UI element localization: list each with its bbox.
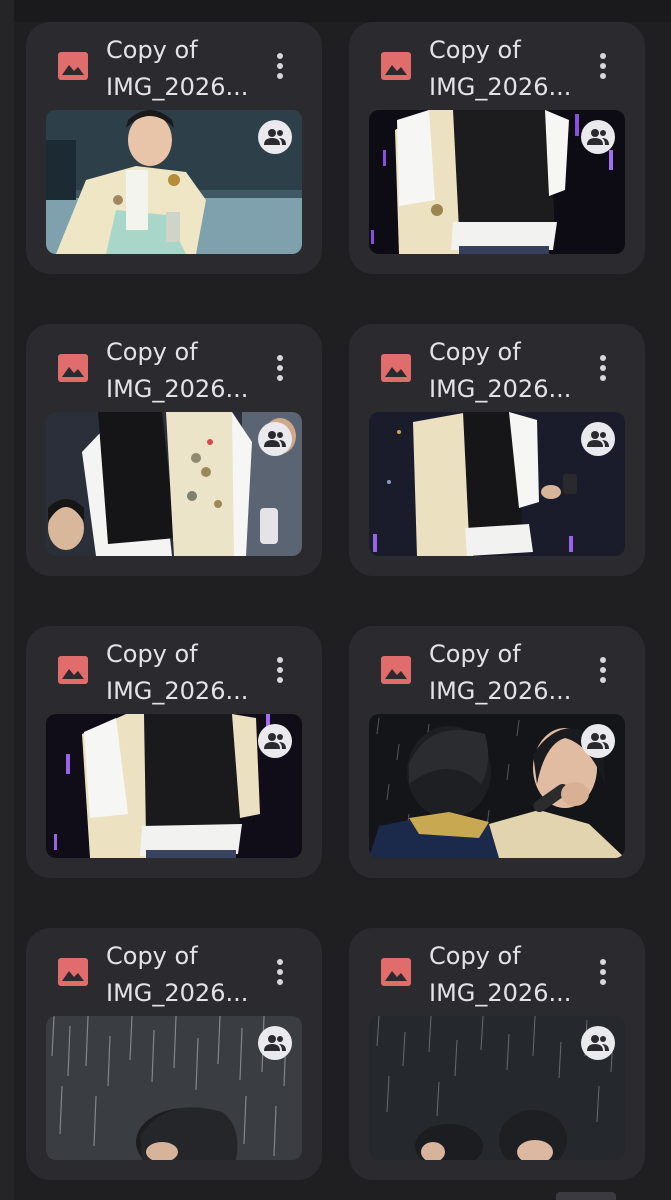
image-file-icon — [381, 958, 411, 986]
file-title-line2: IMG_2026... — [429, 677, 572, 705]
file-thumbnail[interactable] — [369, 110, 625, 254]
file-title[interactable]: Copy of IMG_2026... — [106, 636, 266, 710]
file-title-line2: IMG_2026... — [106, 73, 249, 101]
file-title-line1: Copy of — [429, 338, 521, 366]
file-thumbnail[interactable] — [46, 714, 302, 858]
file-title-line2: IMG_2026... — [429, 73, 572, 101]
shared-people-icon — [258, 1026, 292, 1060]
file-thumbnail[interactable] — [369, 412, 625, 556]
shared-people-icon — [581, 1026, 615, 1060]
file-title[interactable]: Copy of IMG_2026... — [429, 938, 589, 1012]
file-title[interactable]: Copy of IMG_2026... — [429, 32, 589, 106]
file-card[interactable]: Copy of IMG_2026... — [349, 626, 645, 878]
more-vertical-icon[interactable] — [268, 654, 292, 686]
file-title[interactable]: Copy of IMG_2026... — [429, 636, 589, 710]
file-title-line2: IMG_2026... — [106, 375, 249, 403]
file-thumbnail[interactable] — [46, 1016, 302, 1160]
more-vertical-icon[interactable] — [591, 352, 615, 384]
file-card[interactable]: Copy of IMG_2026... — [26, 928, 322, 1180]
file-card[interactable]: Copy of IMG_2026... — [26, 324, 322, 576]
more-vertical-icon[interactable] — [268, 50, 292, 82]
file-title-line1: Copy of — [106, 338, 198, 366]
image-file-icon — [381, 52, 411, 80]
file-title-line2: IMG_2026... — [429, 375, 572, 403]
file-title-line2: IMG_2026... — [106, 979, 249, 1007]
shared-people-icon — [258, 422, 292, 456]
file-title-line1: Copy of — [106, 942, 198, 970]
shared-people-icon — [581, 724, 615, 758]
shared-people-icon — [258, 724, 292, 758]
file-title-line2: IMG_2026... — [106, 677, 249, 705]
file-title-line1: Copy of — [429, 36, 521, 64]
file-thumbnail[interactable] — [369, 714, 625, 858]
file-title-line2: IMG_2026... — [429, 979, 572, 1007]
file-title[interactable]: Copy of IMG_2026... — [106, 938, 266, 1012]
file-card[interactable]: Copy of IMG_2026... — [26, 626, 322, 878]
file-title[interactable]: Copy of IMG_2026... — [106, 32, 266, 106]
more-vertical-icon[interactable] — [268, 956, 292, 988]
image-file-icon — [381, 354, 411, 382]
file-card[interactable]: Copy of IMG_2026... — [349, 22, 645, 274]
file-title-line1: Copy of — [106, 640, 198, 668]
file-card[interactable]: Copy of IMG_2026... — [349, 928, 645, 1180]
file-title[interactable]: Copy of IMG_2026... — [429, 334, 589, 408]
file-title-line1: Copy of — [429, 942, 521, 970]
file-card[interactable]: Copy of IMG_2026... — [349, 324, 645, 576]
shared-people-icon — [581, 120, 615, 154]
image-file-icon — [58, 52, 88, 80]
file-title-line1: Copy of — [429, 640, 521, 668]
shared-people-icon — [581, 422, 615, 456]
more-vertical-icon[interactable] — [591, 654, 615, 686]
more-vertical-icon[interactable] — [268, 352, 292, 384]
more-vertical-icon[interactable] — [591, 50, 615, 82]
shared-people-icon — [258, 120, 292, 154]
file-thumbnail[interactable] — [46, 412, 302, 556]
file-title[interactable]: Copy of IMG_2026... — [106, 334, 266, 408]
image-file-icon — [58, 656, 88, 684]
top-edge-strip — [14, 0, 671, 22]
image-file-icon — [58, 958, 88, 986]
image-file-icon — [58, 354, 88, 382]
scroll-handle[interactable] — [556, 1192, 616, 1200]
file-thumbnail[interactable] — [46, 110, 302, 254]
more-vertical-icon[interactable] — [591, 956, 615, 988]
image-file-icon — [381, 656, 411, 684]
file-card[interactable]: Copy of IMG_2026... — [26, 22, 322, 274]
file-title-line1: Copy of — [106, 36, 198, 64]
file-thumbnail[interactable] — [369, 1016, 625, 1160]
file-grid-screen: Copy of IMG_2026... Copy of IMG_2026... … — [0, 0, 671, 1200]
left-edge-strip — [0, 0, 14, 1200]
